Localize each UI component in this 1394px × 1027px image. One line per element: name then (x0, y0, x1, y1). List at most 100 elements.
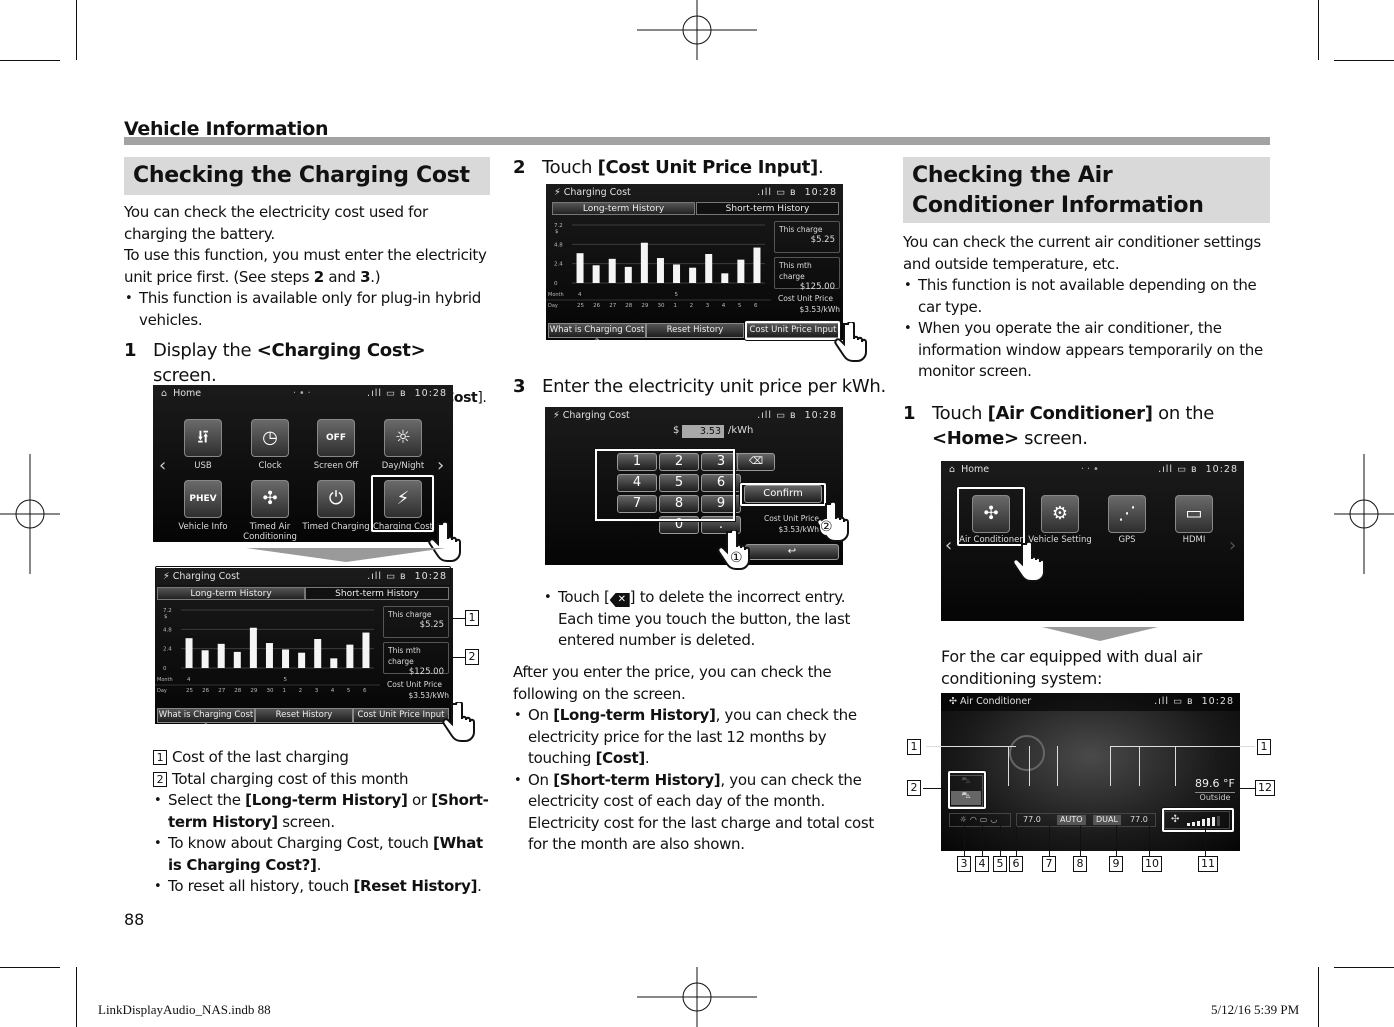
ac-callout-12: 12 (1255, 780, 1275, 796)
leader-line (1110, 746, 1255, 747)
ac-note-2: When you operate the air conditioner, th… (903, 318, 1273, 383)
bar (608, 258, 616, 283)
month-row-label: Month (548, 292, 564, 298)
unit-price-info: Cost Unit Price $3.53/kWh (763, 514, 819, 534)
screen-off-icon[interactable]: OFF (317, 419, 355, 457)
signal-icon: .ıll (367, 388, 382, 399)
unit-label: /kWh (728, 425, 754, 436)
reset-history-button[interactable]: Reset History (255, 708, 353, 723)
crop-mark (1334, 60, 1394, 61)
bar (673, 264, 681, 283)
intro-text-2: To use this function, you must enter the… (124, 246, 487, 286)
leader-line (1080, 826, 1081, 856)
tab-long-term-history[interactable]: Long-term History (157, 587, 305, 600)
clock-icon[interactable]: ◷ (251, 419, 289, 457)
gps-icon[interactable]: ⋰ (1108, 495, 1146, 533)
leader-line (453, 618, 465, 619)
bar (737, 259, 745, 283)
x-tick-label: 2 (299, 688, 303, 694)
this-month-box: This mth charge $125.00 (383, 642, 449, 677)
mode-icons: ☼◠▭◡ (949, 813, 1011, 827)
what-is-charging-cost-button[interactable]: What is Charging Cost ? (548, 323, 646, 340)
outside-label: Outside (1195, 792, 1235, 802)
arrow-down-icon (1042, 627, 1158, 641)
x-tick-label: 5 (347, 688, 351, 694)
long-term-note: On [Long-term History], you can check th… (513, 705, 883, 770)
bar (265, 643, 273, 668)
arrow-down-icon (246, 548, 446, 562)
note-select-history: Select the [Long-term History] or [Short… (153, 790, 498, 833)
ac-callout-10: 10 (1142, 856, 1162, 872)
x-tick-label: 2 (690, 303, 694, 309)
this-charge-box: This charge $5.25 (383, 606, 449, 638)
charging-cost-screen-image: ⚡ Charging Cost .ıll ▭ ʙ 10:28 Long-term… (155, 568, 453, 724)
leader-line (1000, 826, 1001, 856)
x-tick-label: 28 (625, 303, 632, 309)
cost-bar-chart: 7.24.82.40$25 26 27 28 29 30 1 2 3 4 5 64 5MonthDay (155, 608, 380, 694)
hdmi-icon[interactable]: ▭ (1175, 495, 1213, 533)
cost-unit-price-input-button[interactable]: Cost Unit Price Input (353, 708, 449, 723)
tile-label-day-night[interactable]: Day/Night (363, 461, 443, 471)
tile-label-hdmi[interactable]: HDMI (1154, 535, 1234, 545)
leader-line (926, 746, 1016, 747)
bar (314, 639, 322, 668)
bar (640, 242, 648, 283)
price-input[interactable]: 3.53 (682, 425, 724, 438)
steering-wheel-image (1009, 735, 1045, 771)
home-icon: ⌂ (161, 388, 168, 399)
month-label: 5 (675, 292, 679, 298)
ac-callout-4: 4 (975, 856, 989, 872)
back-button[interactable]: ↩ (745, 544, 839, 560)
leader-line (1057, 746, 1058, 786)
x-tick-label: 6 (363, 688, 367, 694)
x-tick-label: 4 (722, 303, 726, 309)
leader-line (1116, 826, 1117, 856)
usb-icon[interactable]: ⭿ (184, 419, 222, 457)
marker-2: ② (820, 519, 833, 535)
right-temp: 77.0 (1130, 815, 1148, 824)
tab-short-term-history[interactable]: Short-term History (696, 202, 839, 215)
registration-mark (0, 454, 60, 574)
callout-1: 1 (465, 610, 479, 626)
callout-2: 2 (465, 649, 479, 665)
registration-mark (1334, 454, 1394, 574)
y-tick-label: 2.4 (554, 262, 563, 268)
section-header: Vehicle Information (124, 118, 329, 140)
intro-text: You can check the electricity cost used … (124, 203, 428, 243)
backspace-key[interactable]: ⌫ (737, 453, 775, 471)
left-temp: 77.0 (1023, 815, 1041, 824)
note-reset: To reset all history, touch [Reset Histo… (153, 876, 498, 898)
x-tick-label: 3 (706, 303, 710, 309)
touch-hand-icon (1012, 540, 1046, 586)
unit-price-info: Cost Unit Price $3.53/kWh (778, 294, 840, 314)
ac-callout-6: 6 (1009, 856, 1023, 872)
leader-line (1049, 826, 1050, 856)
air-conditioner-highlight (957, 487, 1025, 546)
step-2: 2 Touch [Cost Unit Price Input]. (513, 157, 824, 178)
x-tick-label: 30 (657, 303, 664, 309)
vehicle-info-icon[interactable]: PHEV (184, 480, 222, 518)
y-tick-label: 4.8 (554, 242, 563, 248)
crop-mark (1318, 967, 1319, 1027)
cost-unit-price-input-highlight (745, 321, 840, 340)
vehicle-setting-icon[interactable]: ⚙ (1041, 495, 1079, 533)
tab-short-term-history[interactable]: Short-term History (305, 587, 449, 600)
ac-callout-7: 7 (1042, 856, 1056, 872)
charging-cost-highlight (371, 475, 434, 532)
leader-line (453, 657, 465, 658)
reset-history-button[interactable]: Reset History (646, 323, 744, 338)
x-tick-label: 25 (186, 688, 193, 694)
x-tick-label: 30 (266, 688, 273, 694)
timed-charging-icon[interactable]: ⏻ (317, 480, 355, 518)
month-label: 4 (187, 677, 191, 683)
day-night-icon[interactable]: ☼ (384, 419, 422, 457)
timed-ac-icon[interactable]: ✣ (251, 480, 289, 518)
what-is-charging-cost-button[interactable]: What is Charging Cost ? (157, 708, 255, 724)
x-tick-label: 1 (674, 303, 677, 309)
rear-defrost-icon: ▭ (979, 815, 991, 824)
crop-mark (0, 60, 60, 61)
confirm-highlight (740, 483, 826, 506)
bar (201, 650, 209, 668)
fan-icon: ✣ (949, 696, 957, 707)
tab-long-term-history[interactable]: Long-term History (552, 202, 695, 215)
